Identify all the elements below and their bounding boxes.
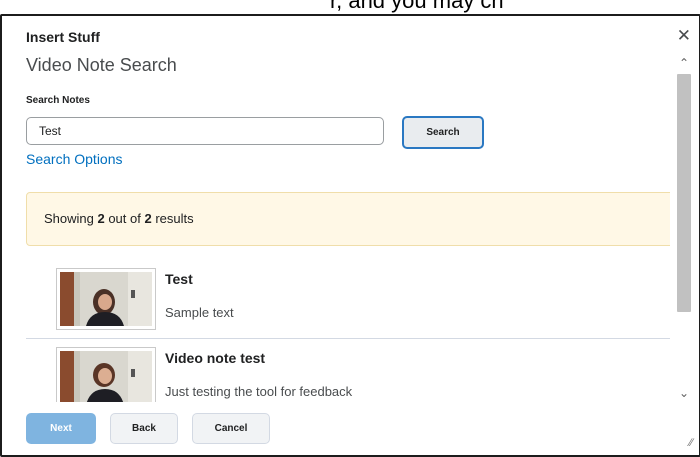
- chevron-down-icon[interactable]: ⌄: [674, 386, 694, 404]
- search-input[interactable]: [26, 117, 384, 145]
- banner-total-count: 2: [144, 211, 152, 226]
- scrollbar-thumb[interactable]: [677, 74, 691, 312]
- back-button[interactable]: Back: [110, 413, 178, 444]
- search-button[interactable]: Search: [402, 116, 484, 149]
- page-title: Video Note Search: [26, 55, 177, 75]
- close-icon[interactable]: ✕: [677, 26, 691, 46]
- resize-handle-icon[interactable]: ∕∕: [689, 437, 693, 449]
- result-item[interactable]: Test Sample text: [26, 268, 670, 339]
- insert-stuff-dialog: Insert Stuff ✕ Video Note Search Search …: [0, 14, 700, 457]
- vertical-scrollbar[interactable]: ⌃ ⌄: [674, 54, 694, 404]
- dialog-content: Video Note Search Search Notes Search Se…: [2, 50, 670, 402]
- video-thumbnail-image: [60, 351, 152, 402]
- video-thumbnail[interactable]: [56, 347, 156, 402]
- dialog-footer: Next Back Cancel ∕∕: [2, 406, 699, 453]
- result-title[interactable]: Test: [165, 271, 193, 287]
- dialog-title: Insert Stuff: [26, 29, 100, 45]
- next-button[interactable]: Next: [26, 413, 96, 444]
- chevron-up-icon[interactable]: ⌃: [674, 56, 694, 74]
- partial-text: r, and you may ch: [330, 0, 504, 13]
- search-notes-label: Search Notes: [26, 95, 90, 106]
- result-title[interactable]: Video note test: [165, 350, 265, 366]
- cancel-button[interactable]: Cancel: [192, 413, 270, 444]
- video-thumbnail-image: [60, 272, 152, 326]
- results-count-banner: Showing 2 out of 2 results: [26, 192, 670, 246]
- result-description: Sample text: [165, 305, 234, 320]
- result-description: Just testing the tool for feedback: [165, 384, 353, 399]
- result-item[interactable]: Video note test Just testing the tool fo…: [26, 347, 670, 402]
- banner-prefix: Showing: [44, 211, 98, 226]
- banner-middle: out of: [104, 211, 145, 226]
- video-thumbnail[interactable]: [56, 268, 156, 330]
- banner-suffix: results: [151, 211, 194, 226]
- banner-shown-count: 2: [97, 211, 105, 226]
- search-options-link[interactable]: Search Options: [26, 151, 123, 167]
